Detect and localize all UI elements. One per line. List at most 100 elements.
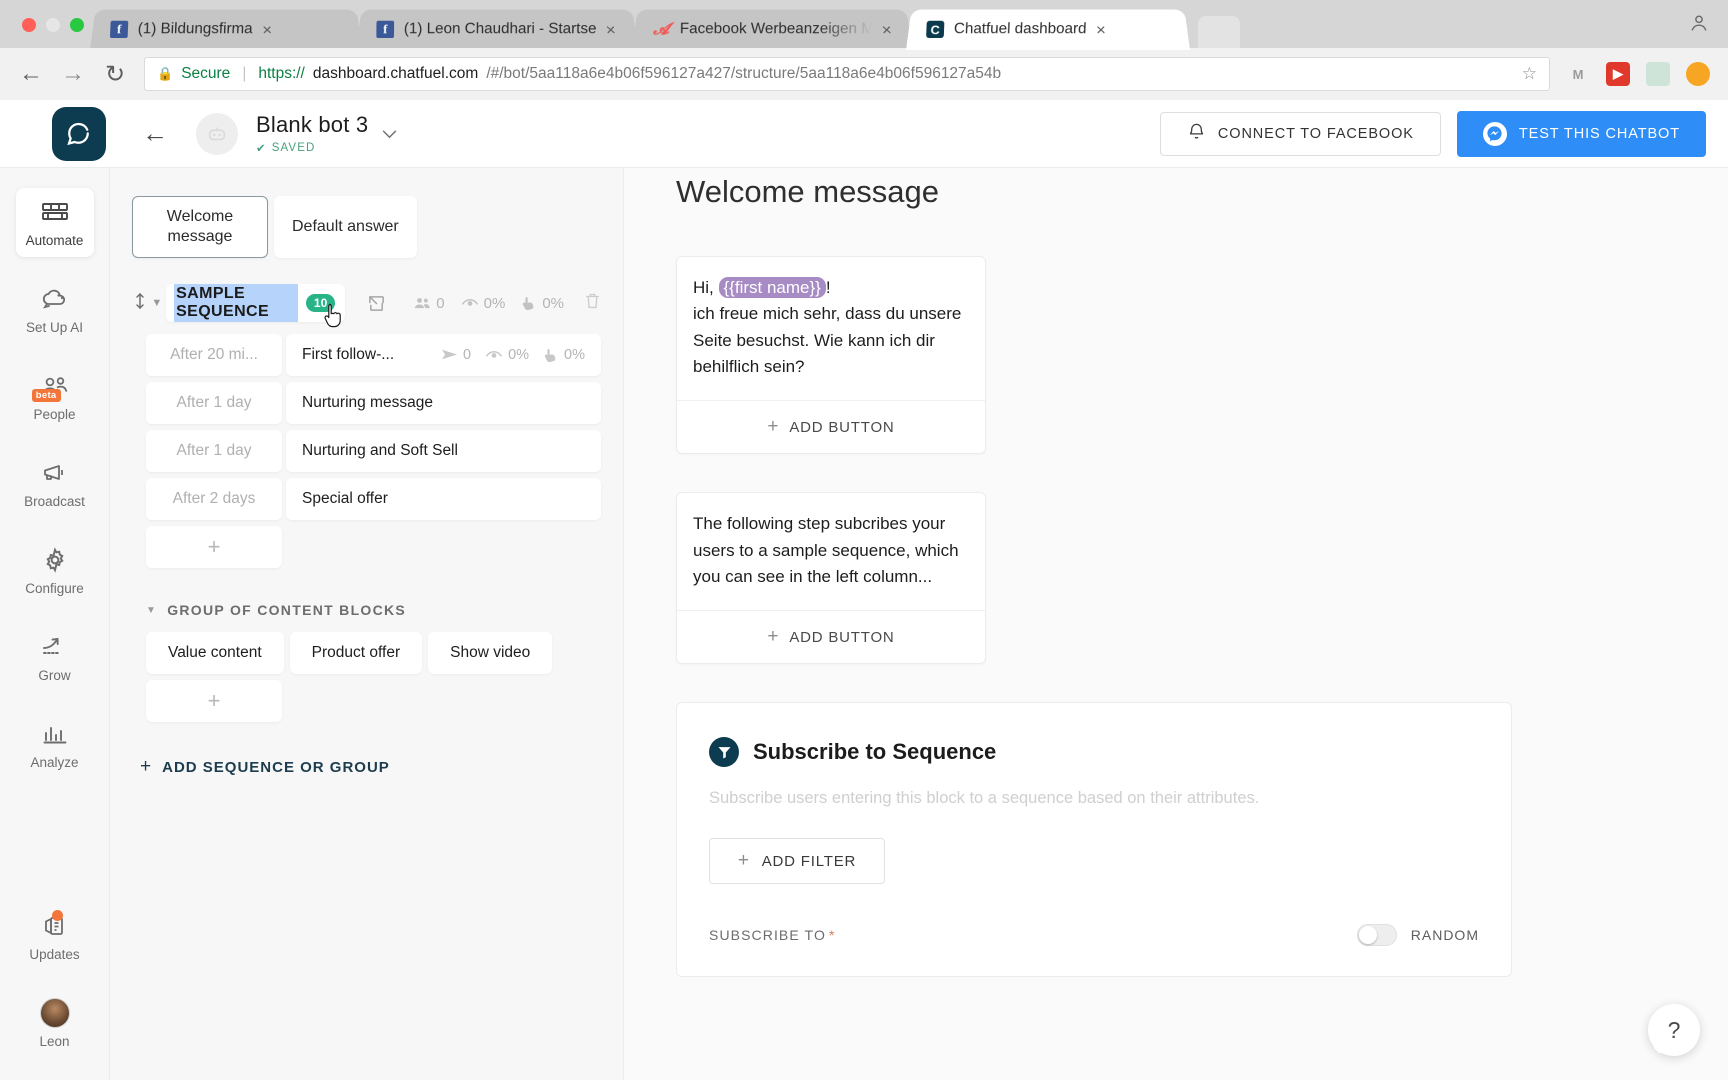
block-tabs: Welcome message Default answer [132, 196, 601, 258]
people-icon: beta [31, 372, 69, 402]
sidebar-item-user[interactable]: Leon [16, 989, 94, 1058]
add-content-block-button[interactable]: + [146, 680, 282, 722]
close-icon[interactable]: × [1096, 20, 1107, 38]
message-card-2[interactable]: The following step subcribes your users … [676, 492, 986, 665]
extension-icon-m[interactable]: M [1566, 62, 1590, 86]
browser-chrome: f (1) Bildungsfirma × f (1) Leon Chaudha… [0, 0, 1728, 100]
updates-icon [42, 910, 68, 940]
add-button-button[interactable]: + ADD BUTTON [677, 611, 985, 663]
sidebar-item-analyze[interactable]: Analyze [16, 710, 94, 779]
sidebar-item-updates[interactable]: Updates [16, 902, 94, 971]
help-button[interactable]: ? [1648, 1004, 1700, 1056]
drag-handle-icon[interactable] [132, 291, 147, 316]
browser-tab-1[interactable]: f (1) Bildungsfirma × [90, 9, 362, 50]
close-icon[interactable]: × [262, 20, 272, 38]
sidebar-item-configure[interactable]: Configure [16, 536, 94, 605]
external-link-icon[interactable] [367, 294, 386, 313]
extension-icon-orange[interactable] [1686, 62, 1710, 86]
stat-click-rate: 0% [543, 347, 585, 363]
sidebar-item-set-up-ai[interactable]: Set Up AI [16, 275, 94, 344]
browser-tab-2[interactable]: f (1) Leon Chaudhari - Startseite × [356, 9, 638, 50]
bot-name: Blank bot 3 [256, 112, 369, 137]
sequence-name-text[interactable]: SAMPLE SEQUENCE [174, 284, 298, 322]
subscribe-description: Subscribe users entering this block to a… [709, 789, 1260, 808]
add-sequence-step-button[interactable]: + [146, 526, 282, 568]
bookmark-star-icon[interactable]: ☆ [1522, 64, 1537, 84]
url-host: dashboard.chatfuel.com [312, 65, 479, 82]
browser-url-bar: ← → ↻ 🔒 Secure | https:// dashboard.chatf… [0, 48, 1728, 100]
random-toggle[interactable] [1356, 924, 1397, 947]
flow-panel: Welcome message Default answer ▼ SAMPLE … [110, 168, 624, 1080]
message-card-text[interactable]: The following step subcribes your users … [677, 493, 985, 610]
sidebar-item-label: People [33, 407, 76, 422]
stat-value: 0% [542, 294, 564, 312]
stat-open-rate: 0% [485, 347, 529, 363]
browser-tab-3[interactable]: 𝓐 Facebook Werbeanzeigen Meis × [632, 9, 912, 50]
maximize-window-button[interactable] [70, 18, 84, 32]
content-group-header[interactable]: ▼ GROUP OF CONTENT BLOCKS [146, 602, 601, 618]
toggle-knob [1358, 926, 1377, 945]
close-icon[interactable]: × [605, 20, 617, 38]
add-button-button[interactable]: + ADD BUTTON [677, 401, 985, 453]
add-filter-button[interactable]: + ADD FILTER [709, 838, 885, 885]
forward-icon[interactable]: → [60, 60, 86, 88]
chevron-down-icon[interactable] [382, 126, 397, 142]
sidebar-item-automate[interactable]: Automate [15, 188, 94, 257]
tab-default-answer[interactable]: Default answer [274, 196, 417, 258]
sequence-delay-cell[interactable]: After 20 mi... [146, 334, 282, 376]
megaphone-icon [41, 459, 69, 487]
sequence-delay-cell[interactable]: After 2 days [146, 478, 282, 520]
new-tab-button[interactable] [1198, 16, 1240, 50]
lock-icon: 🔒 [157, 66, 174, 81]
sequence-delay-cell[interactable]: After 1 day [146, 430, 282, 472]
address-bar[interactable]: 🔒 Secure | https:// dashboard.chatfuel.co… [144, 57, 1550, 91]
minimize-window-button[interactable] [46, 18, 60, 32]
add-sequence-or-group-button[interactable]: + ADD SEQUENCE OR GROUP [140, 756, 601, 778]
sequence-message-cell[interactable]: Nurturing message [286, 382, 601, 424]
sidebar-item-label: Analyze [30, 755, 79, 770]
sequence-name-field[interactable]: SAMPLE SEQUENCE 10 [166, 284, 346, 322]
chevron-down-icon[interactable]: ▼ [146, 605, 157, 616]
plus-icon: + [140, 756, 153, 777]
message-card-text[interactable]: Hi, {{first name}}! ich freue mich sehr,… [677, 257, 985, 400]
sequence-delay-cell[interactable]: After 1 day [146, 382, 282, 424]
content-block-product-offer[interactable]: Product offer [289, 632, 423, 674]
delete-icon[interactable] [584, 292, 601, 315]
blocks-icon [41, 198, 69, 226]
required-marker: * [828, 927, 836, 944]
sidebar-item-label: Updates [29, 947, 80, 962]
chevron-down-icon[interactable]: ▼ [147, 297, 166, 309]
sequence-row: After 1 day Nurturing and Soft Sell [146, 430, 601, 472]
header-actions: CONNECT TO FACEBOOK TEST THIS CHATBOT [1159, 110, 1706, 157]
back-button[interactable]: ← [142, 118, 168, 149]
sequence-count-badge: 10 [305, 294, 336, 312]
content-block-value-content[interactable]: Value content [146, 632, 284, 674]
close-icon[interactable]: × [881, 20, 893, 38]
message-card-1[interactable]: Hi, {{first name}}! ich freue mich sehr,… [676, 256, 986, 455]
sequence-message-cell[interactable]: First follow-... 0 0% 0% [286, 334, 601, 376]
browser-tab-4[interactable]: C Chatfuel dashboard × [906, 9, 1190, 50]
extension-icon-red[interactable]: ▶ [1606, 62, 1630, 86]
saved-label: SAVED [271, 142, 316, 154]
content-block-show-video[interactable]: Show video [428, 632, 553, 674]
tab-welcome-message[interactable]: Welcome message [132, 196, 268, 258]
add-sequence-label: ADD SEQUENCE OR GROUP [162, 758, 390, 776]
sidebar-item-people[interactable]: beta People [16, 362, 94, 431]
url-scheme: https:// [258, 65, 305, 82]
chatfuel-logo-icon[interactable] [52, 106, 106, 161]
sidebar-item-broadcast[interactable]: Broadcast [16, 449, 94, 518]
reload-icon[interactable]: ↻ [102, 60, 128, 89]
browser-profile-icon[interactable] [1688, 12, 1710, 39]
back-icon[interactable]: ← [18, 60, 44, 88]
sequence-message-cell[interactable]: Nurturing and Soft Sell [286, 430, 601, 472]
bell-icon [1187, 122, 1206, 145]
extension-icon-pale[interactable] [1646, 62, 1670, 86]
sequence-message-cell[interactable]: Special offer [286, 478, 601, 520]
sidebar-item-grow[interactable]: Grow [16, 623, 94, 692]
variable-chip[interactable]: {{first name}} [718, 277, 826, 298]
connect-to-facebook-button[interactable]: CONNECT TO FACEBOOK [1159, 111, 1441, 156]
question-mark-icon: ? [1667, 1016, 1681, 1043]
test-chatbot-button[interactable]: TEST THIS CHATBOT [1456, 110, 1706, 157]
close-window-button[interactable] [22, 18, 36, 32]
stat-value: 0% [564, 347, 585, 363]
